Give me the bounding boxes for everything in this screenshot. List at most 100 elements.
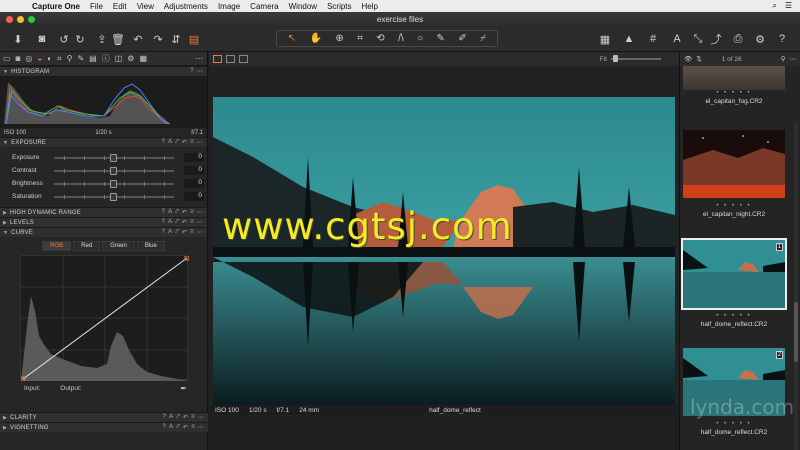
scrollbar-thumb[interactable] (794, 302, 798, 362)
print-icon[interactable]: ⎙ (730, 31, 746, 47)
capture-tab-icon[interactable]: ◙ (16, 54, 21, 63)
trash-icon[interactable]: 🗑 (110, 31, 126, 47)
menu-icon[interactable]: ⋯ (197, 229, 203, 236)
help-icon[interactable]: ? (774, 31, 790, 47)
zoom-icon[interactable]: ⊕ (335, 33, 343, 44)
exposure-tab-icon[interactable]: ◒ (37, 54, 42, 63)
rotate-left-icon[interactable]: ↺ (56, 31, 72, 47)
auto-icon[interactable]: A (168, 229, 172, 236)
undo-icon[interactable]: ↶ (130, 31, 146, 47)
reset-icon[interactable]: ↶ (182, 209, 187, 216)
tool-tabs-more-icon[interactable]: ▦ (139, 54, 147, 63)
picker-icon[interactable]: ⌿ (480, 33, 486, 44)
local-tab-icon[interactable]: ✎ (77, 54, 84, 63)
rotate-icon[interactable]: ⟲ (376, 33, 384, 44)
help-icon[interactable]: ? (190, 68, 194, 75)
copy-apply-icon[interactable]: ⤤ (175, 209, 179, 216)
slider-thumb[interactable] (110, 153, 117, 162)
presets-icon[interactable]: ≡ (190, 139, 194, 146)
import-icon[interactable]: ⬇ (10, 31, 26, 47)
menu-icon[interactable]: ⋯ (197, 209, 203, 216)
menu-icon[interactable]: ⋯ (198, 424, 204, 431)
menu-help[interactable]: Help (362, 2, 378, 11)
contrast-value-field[interactable]: 0 (184, 166, 204, 175)
exposure-value-field[interactable]: 0 (184, 153, 204, 162)
copy-apply-icon[interactable]: ⤤ (176, 414, 180, 421)
auto-icon[interactable]: A (169, 414, 173, 421)
spotlight-search-icon[interactable]: ⌕ (772, 1, 776, 11)
menu-icon[interactable]: ⋯ (197, 219, 203, 226)
menu-file[interactable]: File (90, 2, 103, 11)
menu-app-name[interactable]: Capture One (32, 2, 80, 11)
rating-stars[interactable]: • • • • • (682, 421, 786, 429)
copy-icon[interactable]: ⇵ (168, 31, 184, 47)
saturation-value-field[interactable]: 0 (184, 192, 204, 201)
window-close-button[interactable] (6, 15, 13, 23)
window-fullscreen-button[interactable] (28, 15, 35, 23)
curve-tab-rgb[interactable]: RGB (42, 241, 72, 251)
presets-icon[interactable]: ≡ (190, 209, 194, 216)
rating-stars[interactable]: • • • • • (682, 203, 786, 211)
search-icon[interactable]: ⚲ (781, 55, 786, 63)
exposure-slider[interactable] (54, 153, 174, 162)
exposure-warning-icon[interactable]: ▲ (621, 31, 637, 47)
reset-icon[interactable]: ↶ (183, 414, 188, 421)
menu-icon[interactable]: ⋯ (197, 139, 203, 146)
reset-icon[interactable]: ↶ (182, 219, 187, 226)
curve-tab-red[interactable]: Red (73, 241, 101, 251)
grid-view-icon[interactable]: ▦ (597, 31, 613, 47)
auto-icon[interactable]: A (168, 209, 172, 216)
help-icon[interactable]: ? (162, 229, 166, 236)
rating-stars[interactable]: • • • • • (682, 90, 786, 98)
keystone-icon[interactable]: /\ (398, 33, 404, 44)
menu-image[interactable]: Image (218, 2, 240, 11)
brightness-value-field[interactable]: 0 (184, 179, 204, 188)
select-arrow-icon[interactable]: ↖ (288, 33, 296, 44)
draw-mask-icon[interactable]: ✎ (437, 33, 445, 44)
menu-camera[interactable]: Camera (250, 2, 278, 11)
zoom-slider[interactable] (611, 55, 661, 62)
contrast-slider[interactable] (54, 166, 174, 175)
presets-icon[interactable]: ≡ (190, 219, 194, 226)
composition-tab-icon[interactable]: ⌗ (57, 54, 62, 64)
layers-icon[interactable]: ▤ (186, 31, 202, 47)
menu-window[interactable]: Window (289, 2, 317, 11)
crop-icon[interactable]: ⌗ (357, 33, 363, 44)
slider-thumb[interactable] (110, 192, 117, 201)
dual-view-icon[interactable] (239, 55, 248, 63)
eyedropper-icon[interactable]: ✒ (180, 384, 187, 393)
curve-header[interactable]: ▼ CURVE ? A ⤤ ↶ ≡ ⋯ (0, 227, 207, 237)
text-overlay-icon[interactable]: A (669, 31, 685, 47)
spot-circle-icon[interactable]: ○ (417, 33, 423, 44)
help-icon[interactable]: ? (162, 219, 166, 226)
rotate-right-icon[interactable]: ↻ (72, 31, 88, 47)
presets-icon[interactable]: ≡ (190, 229, 194, 236)
menu-edit[interactable]: Edit (113, 2, 127, 11)
histogram-header[interactable]: ▼ HISTOGRAM ? ⋯ (0, 66, 207, 76)
lens-tab-icon[interactable]: ◎ (25, 54, 32, 63)
clarity-header[interactable]: ▶ CLARITY ? A ⤤ ↶ ≡ ⋯ (0, 412, 208, 422)
camera-icon[interactable]: ◙ (34, 31, 50, 47)
redo-icon[interactable]: ↷ (150, 31, 166, 47)
menu-view[interactable]: View (137, 2, 154, 11)
browser-menu-icon[interactable]: ⋯ (790, 55, 797, 63)
multi-view-icon[interactable] (213, 55, 222, 63)
curve-editor[interactable] (20, 255, 190, 382)
reset-icon[interactable]: ↶ (182, 229, 187, 236)
help-icon[interactable]: ? (162, 209, 166, 216)
copy-apply-icon[interactable]: ⤤ (176, 424, 180, 431)
settings-icon[interactable]: ⚙ (752, 31, 768, 47)
adjustments-tab-icon[interactable]: ▤ (89, 54, 97, 63)
brightness-slider[interactable] (54, 179, 174, 188)
reset-icon[interactable]: ↶ (183, 424, 188, 431)
auto-icon[interactable]: A (169, 424, 173, 431)
color-tab-icon[interactable]: ◐ (47, 54, 52, 63)
export-icon[interactable]: ⇪ (94, 31, 110, 47)
menu-adjustments[interactable]: Adjustments (164, 2, 208, 11)
curve-tab-green[interactable]: Green (102, 241, 135, 251)
details-tab-icon[interactable]: ⚲ (67, 54, 73, 63)
output-tab-icon[interactable]: ◫ (115, 54, 123, 63)
slider-thumb[interactable] (110, 179, 117, 188)
hdr-header[interactable]: ▶ HIGH DYNAMIC RANGE ? A ⤤ ↶ ≡ ⋯ (0, 207, 207, 217)
reset-icon[interactable]: ↶ (182, 139, 187, 146)
